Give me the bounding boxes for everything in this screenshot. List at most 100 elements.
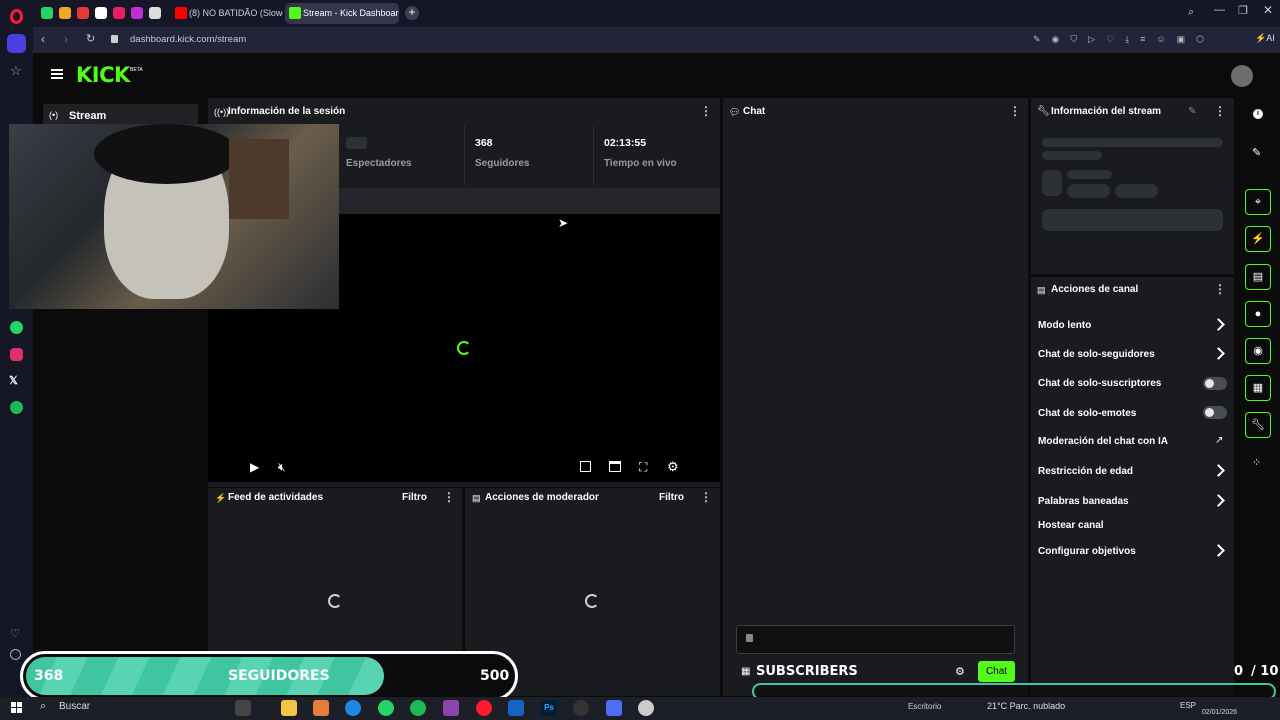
channel-action-followers-only[interactable]: Chat de solo-seguidores: [1038, 349, 1155, 360]
info-icon[interactable]: i: [1253, 109, 1263, 119]
search-tabs-icon[interactable]: ⌕: [1188, 6, 1194, 19]
whatsapp-tab-icon[interactable]: [41, 7, 53, 19]
date-text[interactable]: 02/01/2026: [1202, 709, 1237, 716]
opera-logo-icon[interactable]: [10, 9, 23, 24]
rail-button-chat[interactable]: ●: [1245, 301, 1271, 327]
photoshop-icon[interactable]: Ps: [541, 700, 557, 716]
vscode-icon[interactable]: [508, 700, 524, 716]
rail-button-focus[interactable]: ⌖: [1245, 189, 1271, 215]
url-text[interactable]: dashboard.kick.com/stream: [130, 34, 246, 45]
rail-button-broadcast[interactable]: ◉: [1245, 338, 1271, 364]
search-icon[interactable]: ⌕: [40, 700, 46, 713]
close-window-button[interactable]: ✕: [1263, 3, 1273, 17]
app-tab-icon[interactable]: [95, 7, 107, 19]
rail-button-layout[interactable]: ▦: [1245, 375, 1271, 401]
edit-icon[interactable]: ✎: [1188, 106, 1196, 117]
avatar[interactable]: [1231, 65, 1253, 87]
activity-filter-button[interactable]: Filtro: [402, 492, 427, 503]
session-more-icon[interactable]: ⋮: [700, 105, 712, 117]
opera-icon[interactable]: [476, 700, 492, 716]
language-indicator[interactable]: ESP: [1180, 701, 1196, 710]
windows-start-icon[interactable]: [11, 702, 22, 713]
camera-icon[interactable]: ◉: [1052, 34, 1060, 45]
home-icon[interactable]: [7, 34, 26, 53]
activity-more-icon[interactable]: ⋮: [443, 491, 455, 503]
external-link-icon[interactable]: ↗: [1215, 435, 1223, 446]
subscribers-only-toggle[interactable]: [1203, 377, 1227, 390]
instagram-icon[interactable]: [10, 348, 23, 361]
mod-more-icon[interactable]: ⋮: [700, 491, 712, 503]
profile-icon[interactable]: ☺: [1156, 34, 1165, 45]
heart-icon[interactable]: ♡: [10, 627, 20, 640]
edge-icon[interactable]: [345, 700, 361, 716]
apps-icon[interactable]: ⁘: [1252, 456, 1261, 469]
desktop-label[interactable]: Escritorio: [908, 702, 941, 711]
history-icon[interactable]: [10, 649, 21, 660]
stream-info-more-icon[interactable]: ⋮: [1214, 105, 1226, 117]
back-button[interactable]: ‹: [41, 32, 45, 46]
pencil-icon[interactable]: ✎: [1252, 146, 1261, 159]
obs-icon[interactable]: [573, 700, 589, 716]
emotes-only-toggle[interactable]: [1203, 406, 1227, 419]
menu-icon[interactable]: ≡: [1140, 34, 1145, 45]
settings-icon[interactable]: ⚙: [667, 459, 679, 475]
extension-icon[interactable]: ▣: [1177, 34, 1186, 45]
app-tab-icon[interactable]: [113, 7, 125, 19]
theater-icon[interactable]: [609, 461, 621, 472]
tab-kick-dashboard[interactable]: Stream - Kick Dashboard: [285, 3, 399, 24]
forward-button[interactable]: ›: [64, 32, 68, 46]
star-icon[interactable]: ☆: [10, 63, 22, 79]
app-tab-icon[interactable]: [77, 7, 89, 19]
spotify-icon[interactable]: [10, 401, 23, 414]
reload-button[interactable]: ↻: [86, 32, 95, 45]
rail-button-wrench[interactable]: 🔧︎: [1245, 412, 1271, 438]
spotify-icon[interactable]: [410, 700, 426, 716]
rail-button-lightning[interactable]: ⚡: [1245, 226, 1271, 252]
box-icon[interactable]: ⬡: [1196, 34, 1204, 45]
play-icon[interactable]: ▶: [250, 460, 259, 474]
skeleton: [1042, 151, 1102, 160]
doc-tab-icon[interactable]: [149, 7, 161, 19]
whatsapp-icon[interactable]: [10, 321, 23, 334]
shield-icon[interactable]: ⛉: [1070, 34, 1077, 45]
heart-icon[interactable]: ♡: [1106, 34, 1114, 45]
ai-button[interactable]: ⚡AI: [1255, 33, 1275, 44]
taskbar-search[interactable]: Buscar: [59, 701, 90, 712]
chat-more-icon[interactable]: ⋮: [1009, 105, 1021, 117]
play-icon[interactable]: ▷: [1088, 34, 1095, 45]
x-icon[interactable]: 𝕏: [9, 374, 18, 387]
file-explorer-icon[interactable]: [281, 700, 297, 716]
mod-filter-button[interactable]: Filtro: [659, 492, 684, 503]
mute-icon[interactable]: 🔇︎: [278, 460, 286, 475]
app-icon[interactable]: [443, 700, 459, 716]
minimize-button[interactable]: —: [1214, 4, 1225, 16]
channel-action-slow-mode[interactable]: Modo lento: [1038, 320, 1091, 331]
fullscreen-icon[interactable]: ⛶: [639, 460, 647, 475]
app-icon[interactable]: [638, 700, 654, 716]
download-icon[interactable]: ⤓: [1125, 34, 1129, 45]
channel-action-age-restriction[interactable]: Restricción de edad: [1038, 466, 1133, 477]
channel-action-goals[interactable]: Configurar objetivos: [1038, 546, 1136, 557]
app-icon[interactable]: [313, 700, 329, 716]
new-tab-button[interactable]: +: [405, 6, 419, 20]
channel-action-banned-words[interactable]: Palabras baneadas: [1038, 496, 1129, 507]
whatsapp-icon[interactable]: [378, 700, 394, 716]
edit-icon[interactable]: ✎: [1033, 34, 1041, 45]
kick-logo[interactable]: KICK: [76, 63, 130, 87]
weather-text[interactable]: 21°C Parc. nublado: [987, 701, 1065, 711]
channel-actions-more-icon[interactable]: ⋮: [1214, 283, 1226, 295]
chat-send-button[interactable]: Chat: [978, 661, 1015, 682]
chat-settings-icon[interactable]: ⚙: [955, 665, 965, 678]
app-tab-icon[interactable]: [131, 7, 143, 19]
pip-icon[interactable]: [580, 461, 591, 472]
channel-action-host[interactable]: Hostear canal: [1038, 520, 1104, 531]
channel-action-ai-moderation[interactable]: Moderación del chat con IA: [1038, 436, 1168, 447]
hamburger-menu-icon[interactable]: [51, 69, 63, 79]
tab-youtube[interactable]: (8) NO BATIDÃO (Slowed): [171, 3, 283, 24]
task-view-icon[interactable]: [235, 700, 251, 716]
chat-input[interactable]: [736, 625, 1015, 654]
rail-button-document[interactable]: ▤: [1245, 264, 1271, 290]
maximize-button[interactable]: ❐: [1238, 4, 1248, 17]
app-icon[interactable]: [606, 700, 622, 716]
app-tab-icon[interactable]: [59, 7, 71, 19]
